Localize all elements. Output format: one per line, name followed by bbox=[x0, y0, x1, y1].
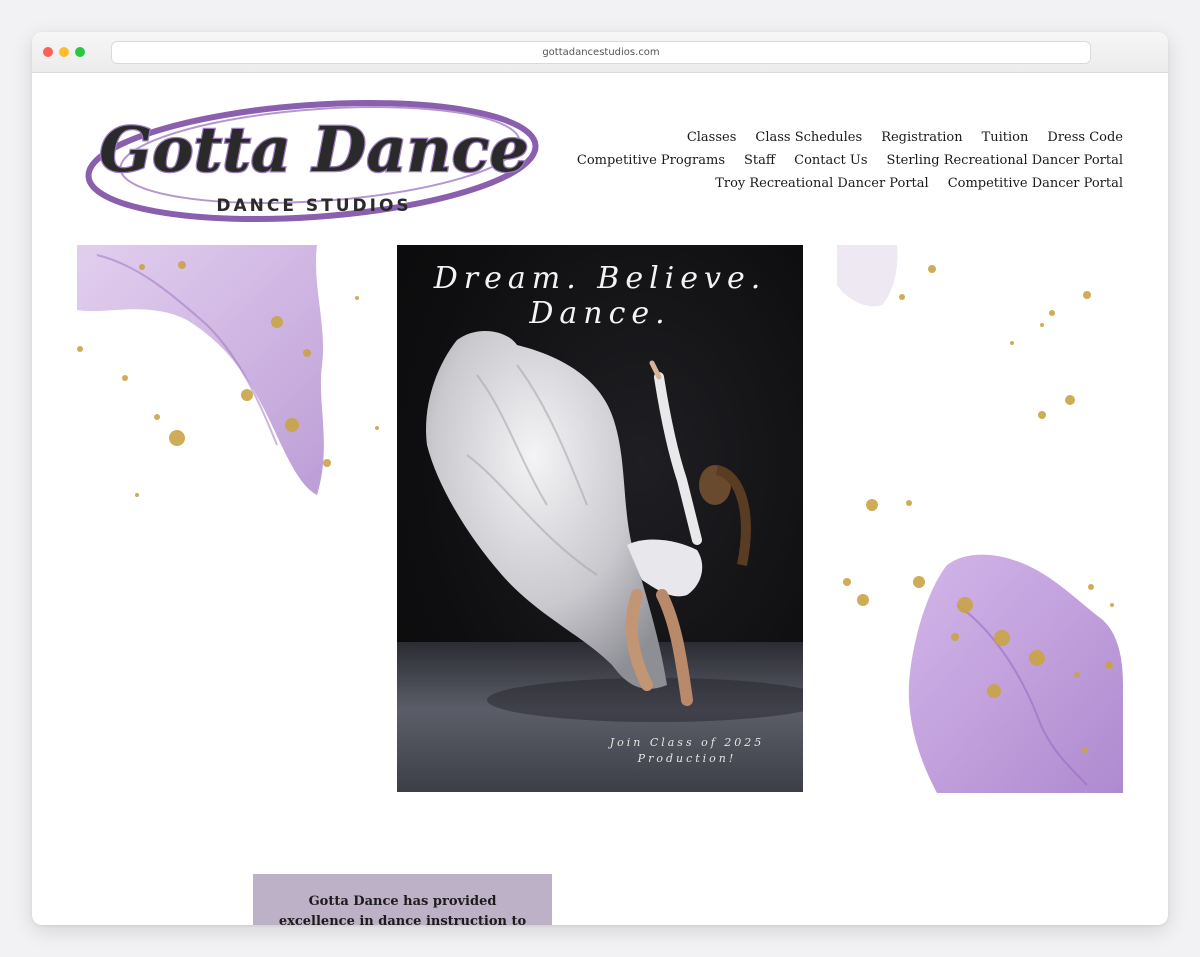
nav-link-staff[interactable]: Staff bbox=[744, 149, 775, 172]
hero-caption-line-2: Production! bbox=[637, 752, 737, 765]
nav-row-1: Classes Class Schedules Registration Tui… bbox=[563, 126, 1123, 149]
nav-link-tuition[interactable]: Tuition bbox=[982, 126, 1029, 149]
nav-link-competitive-portal[interactable]: Competitive Dancer Portal bbox=[948, 172, 1123, 195]
nav-row-3: Troy Recreational Dancer Portal Competit… bbox=[563, 172, 1123, 195]
about-info-box: Gotta Dance has provided excellence in d… bbox=[253, 874, 552, 925]
studio-logo[interactable]: Gotta Dance DANCE STUDIOS bbox=[82, 93, 542, 228]
nav-link-troy-portal[interactable]: Troy Recreational Dancer Portal bbox=[715, 172, 929, 195]
nav-row-2: Competitive Programs Staff Contact Us St… bbox=[563, 149, 1123, 172]
main-navigation: Classes Class Schedules Registration Tui… bbox=[563, 126, 1123, 195]
hero-caption: Join Class of 2025 Production! bbox=[587, 735, 787, 767]
nav-link-class-schedules[interactable]: Class Schedules bbox=[755, 126, 862, 149]
watercolor-decoration-right bbox=[837, 245, 1123, 793]
about-text: Gotta Dance has provided excellence in d… bbox=[278, 894, 527, 925]
address-bar[interactable]: gottadancestudios.com bbox=[111, 41, 1091, 64]
hero-caption-line-1: Join Class of 2025 bbox=[609, 736, 765, 749]
hero-banner: Dream. Believe. Dance. Join Class of 202… bbox=[397, 245, 803, 792]
hero-title: Dream. Believe. Dance. bbox=[433, 261, 767, 331]
logo-subtitle: DANCE STUDIOS bbox=[216, 196, 411, 216]
minimize-window-button[interactable] bbox=[59, 47, 69, 57]
browser-toolbar: gottadancestudios.com bbox=[32, 32, 1168, 73]
close-window-button[interactable] bbox=[43, 47, 53, 57]
logo-script-text: Gotta Dance bbox=[99, 113, 529, 186]
zoom-window-button[interactable] bbox=[75, 47, 85, 57]
nav-link-classes[interactable]: Classes bbox=[687, 126, 737, 149]
nav-link-contact-us[interactable]: Contact Us bbox=[794, 149, 867, 172]
watercolor-decoration-left bbox=[77, 245, 379, 497]
nav-link-registration[interactable]: Registration bbox=[881, 126, 962, 149]
nav-link-dress-code[interactable]: Dress Code bbox=[1047, 126, 1123, 149]
browser-window: gottadancestudios.com Gotta Dance DANCE … bbox=[32, 32, 1168, 925]
nav-link-competitive-programs[interactable]: Competitive Programs bbox=[577, 149, 725, 172]
page-content: Gotta Dance DANCE STUDIOS Classes Class … bbox=[32, 73, 1168, 925]
nav-link-sterling-portal[interactable]: Sterling Recreational Dancer Portal bbox=[887, 149, 1123, 172]
